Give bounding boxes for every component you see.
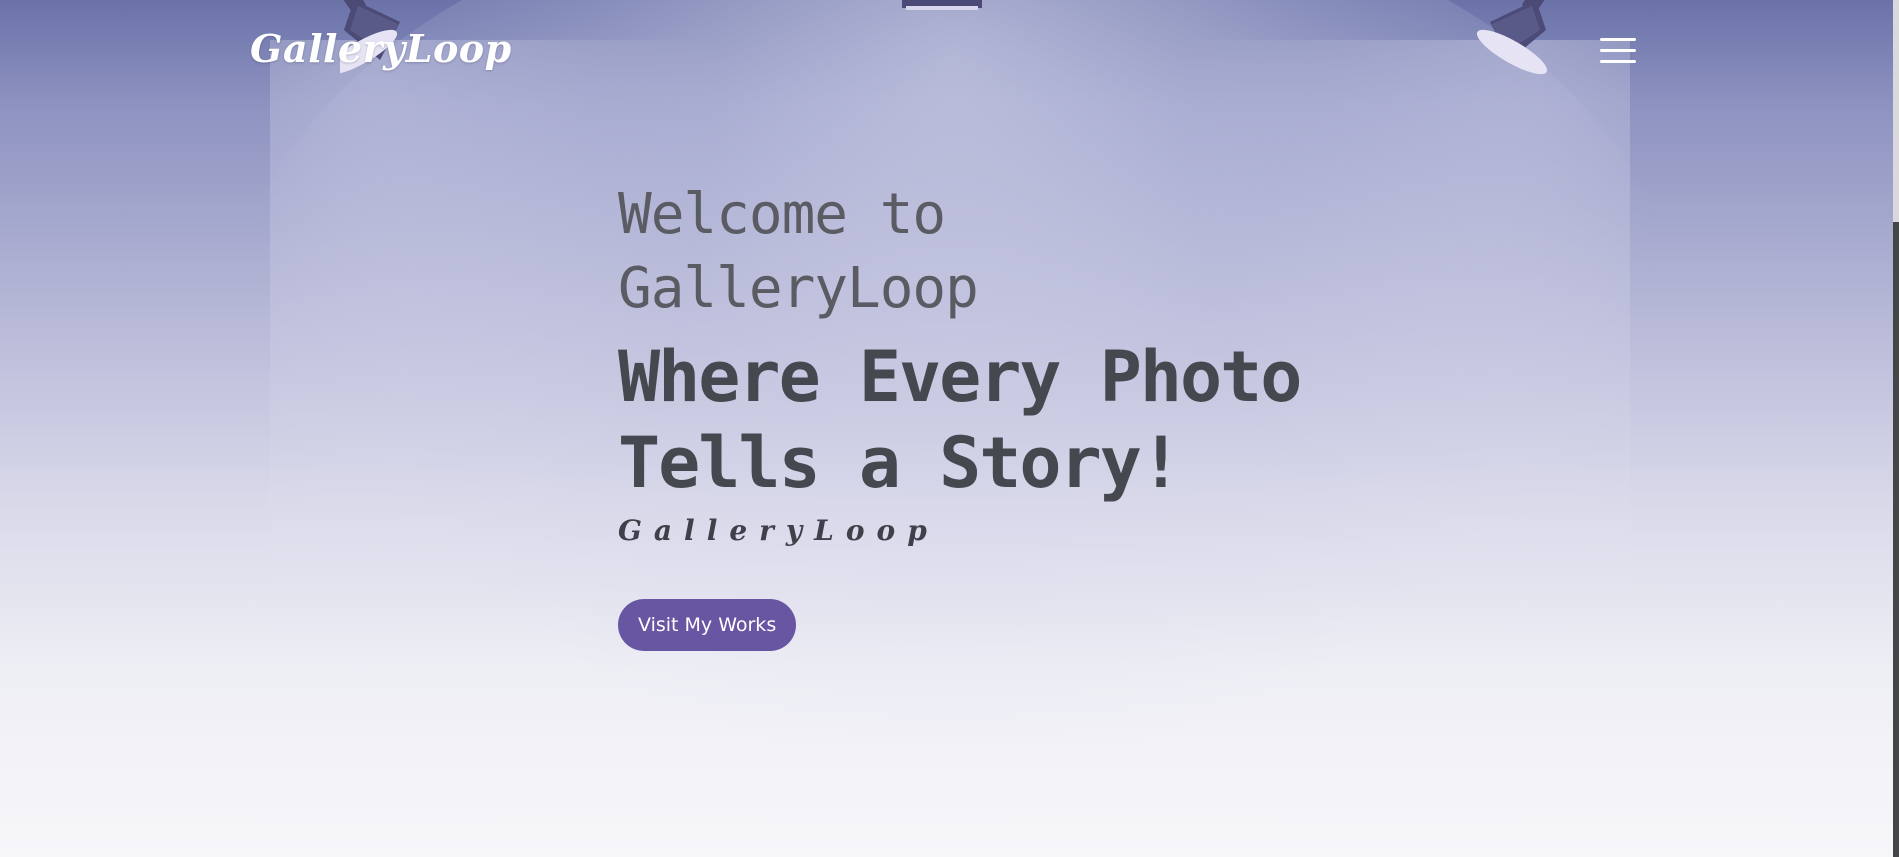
scrollbar-track[interactable] <box>1893 0 1899 857</box>
menu-bar <box>1600 60 1636 63</box>
hero-section: Welcome to GalleryLoop Where Every Photo… <box>618 178 1318 651</box>
brand-logo-link[interactable]: GalleryLoop <box>250 26 512 71</box>
navbar: GalleryLoop <box>0 0 1899 100</box>
hero-subtitle: GalleryLoop <box>618 514 939 547</box>
hero-welcome-heading: Welcome to GalleryLoop <box>618 182 979 321</box>
hero-tagline-heading: Where Every Photo Tells a Story! <box>618 336 1302 504</box>
visit-my-works-button[interactable]: Visit My Works <box>618 599 797 651</box>
menu-bar <box>1600 38 1636 41</box>
menu-bar <box>1600 49 1636 52</box>
scrollbar-thumb[interactable] <box>1893 0 1899 222</box>
hamburger-menu-icon[interactable] <box>1594 34 1640 68</box>
